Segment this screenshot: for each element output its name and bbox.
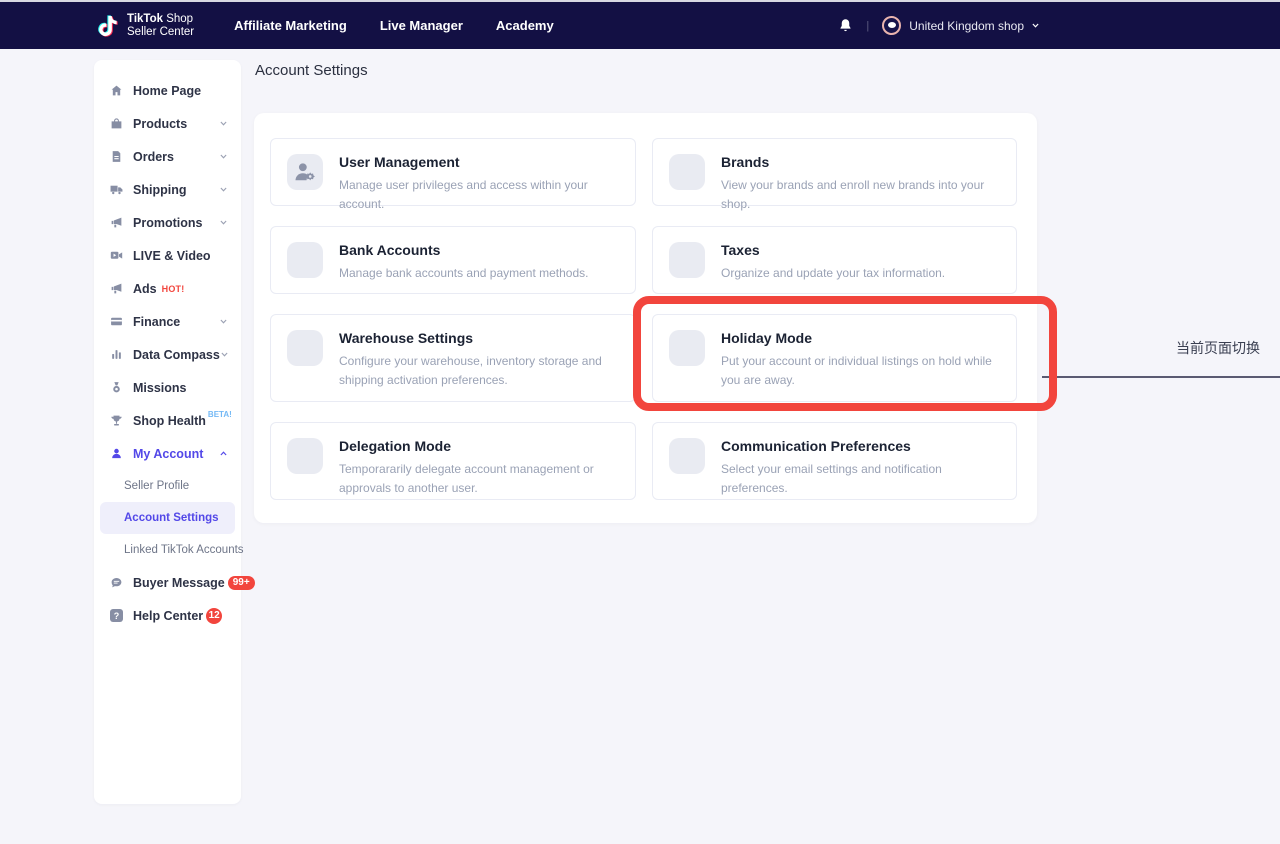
sidebar-item-live-video[interactable]: LIVE & Video <box>94 239 241 272</box>
shipping-icon <box>110 183 123 196</box>
nav-link-academy[interactable]: Academy <box>496 18 554 33</box>
card-warehouse-settings[interactable]: Warehouse Settings Configure your wareho… <box>270 314 636 402</box>
chevron-down-icon <box>219 317 228 326</box>
sidebar-item-shipping[interactable]: Shipping <box>94 173 241 206</box>
sidebar-item-promotions[interactable]: Promotions <box>94 206 241 239</box>
chevron-up-icon <box>219 449 228 458</box>
nav-link-affiliate-marketing[interactable]: Affiliate Marketing <box>234 18 347 33</box>
bell-icon[interactable] <box>838 18 853 33</box>
sidebar-subitem-account-settings[interactable]: Account Settings <box>100 502 235 534</box>
user-management-icon <box>287 154 323 190</box>
sidebar-item-finance[interactable]: Finance <box>94 305 241 338</box>
chevron-down-icon <box>219 185 228 194</box>
card-taxes[interactable]: Taxes Organize and update your tax infor… <box>652 226 1017 294</box>
card-holiday-mode[interactable]: Holiday Mode Put your account or individ… <box>652 314 1017 402</box>
sidebar-item-missions[interactable]: Missions <box>94 371 241 404</box>
communication-preferences-icon-placeholder <box>669 438 705 474</box>
card-communication-preferences[interactable]: Communication Preferences Select your em… <box>652 422 1017 500</box>
sidebar: Home Page Products Orders Shipping Pr <box>94 60 241 804</box>
sidebar-subitem-linked-tiktok-accounts[interactable]: Linked TikTok Accounts <box>100 534 235 566</box>
page-title: Account Settings <box>255 62 368 79</box>
taxes-icon-placeholder <box>669 242 705 278</box>
delegation-mode-icon-placeholder <box>287 438 323 474</box>
card-user-management[interactable]: User Management Manage user privileges a… <box>270 138 636 206</box>
chevron-down-icon <box>219 218 228 227</box>
sidebar-item-ads[interactable]: Ads HOT! <box>94 272 241 305</box>
top-navbar: TikTok Shop Seller Center Affiliate Mark… <box>0 2 1280 49</box>
sidebar-item-products[interactable]: Products <box>94 107 241 140</box>
chevron-down-icon[interactable] <box>1031 21 1040 30</box>
beta-badge: BETA! <box>208 411 230 418</box>
sidebar-item-home-page[interactable]: Home Page <box>94 74 241 107</box>
chevron-down-icon <box>220 350 229 359</box>
settings-panel: User Management Manage user privileges a… <box>254 113 1037 523</box>
callout-line <box>1042 376 1280 378</box>
buyer-message-icon <box>110 576 123 589</box>
shop-selector-label[interactable]: United Kingdom shop <box>909 19 1024 33</box>
missions-icon <box>110 381 123 394</box>
products-icon <box>110 117 123 130</box>
promotions-icon <box>110 216 123 229</box>
nav-links: Affiliate Marketing Live Manager Academy <box>234 18 554 33</box>
sidebar-item-help-center[interactable]: ? Help Center 12 <box>94 599 241 632</box>
nav-right: | United Kingdom shop <box>838 16 1040 35</box>
holiday-mode-icon-placeholder <box>669 330 705 366</box>
nav-divider: | <box>866 20 869 32</box>
card-delegation-mode[interactable]: Delegation Mode Temporararily delegate a… <box>270 422 636 500</box>
shop-avatar[interactable] <box>882 16 901 35</box>
sidebar-subitem-seller-profile[interactable]: Seller Profile <box>100 470 235 502</box>
tiktok-logo-icon <box>96 12 120 40</box>
help-center-icon: ? <box>110 609 123 622</box>
chevron-down-icon <box>219 152 228 161</box>
sidebar-item-orders[interactable]: Orders <box>94 140 241 173</box>
sidebar-item-shop-health[interactable]: Shop Health BETA! <box>94 404 241 437</box>
shop-health-icon <box>110 414 123 427</box>
chevron-down-icon <box>219 119 228 128</box>
live-video-icon <box>110 249 123 262</box>
home-icon <box>110 84 123 97</box>
sidebar-item-buyer-message[interactable]: Buyer Message 99+ <box>94 566 241 599</box>
data-compass-icon <box>110 348 123 361</box>
brand[interactable]: TikTok Shop Seller Center <box>96 12 194 40</box>
ads-icon <box>110 282 123 295</box>
message-count-badge: 99+ <box>228 576 255 590</box>
sidebar-item-data-compass[interactable]: Data Compass <box>94 338 241 371</box>
sidebar-item-my-account[interactable]: My Account <box>94 437 241 470</box>
bank-accounts-icon-placeholder <box>287 242 323 278</box>
callout-label: 当前页面切换 <box>1176 338 1260 358</box>
my-account-icon <box>110 447 123 460</box>
finance-icon <box>110 315 123 328</box>
orders-icon <box>110 150 123 163</box>
warehouse-settings-icon-placeholder <box>287 330 323 366</box>
card-bank-accounts[interactable]: Bank Accounts Manage bank accounts and p… <box>270 226 636 294</box>
hot-badge: HOT! <box>162 284 185 294</box>
brands-icon-placeholder <box>669 154 705 190</box>
card-brands[interactable]: Brands View your brands and enroll new b… <box>652 138 1017 206</box>
brand-text: TikTok Shop Seller Center <box>127 13 194 39</box>
nav-link-live-manager[interactable]: Live Manager <box>380 18 463 33</box>
help-count-badge: 12 <box>206 608 222 624</box>
